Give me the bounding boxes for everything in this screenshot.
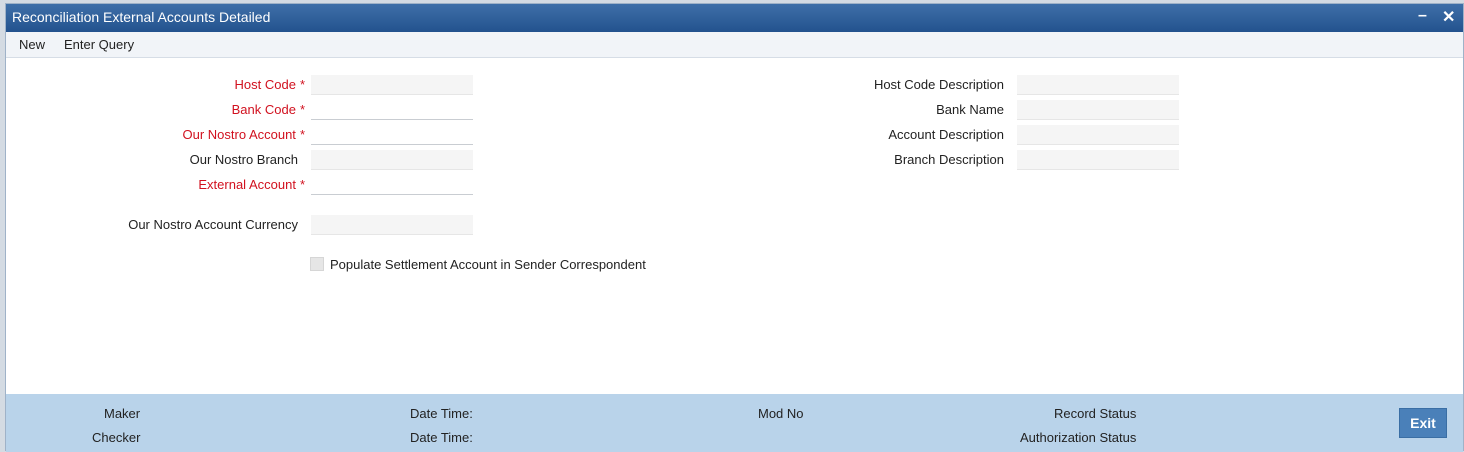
our-nostro-branch-label: Our Nostro Branch bbox=[189, 152, 298, 167]
host-code-input[interactable] bbox=[311, 75, 473, 95]
maker-label: Maker bbox=[104, 406, 141, 421]
populate-settlement-checkbox[interactable] bbox=[310, 257, 324, 271]
host-code-label: Host Code * bbox=[234, 77, 305, 92]
maker-date-time-label: Date Time: bbox=[410, 406, 473, 421]
account-description-label: Account Description bbox=[888, 127, 1004, 142]
audit-footer: Maker Checker Date Time: Date Time: Mod … bbox=[6, 394, 1463, 452]
our-nostro-account-input[interactable] bbox=[311, 125, 473, 145]
record-status-label: Record Status bbox=[1054, 406, 1137, 421]
our-nostro-account-currency-label: Our Nostro Account Currency bbox=[128, 217, 298, 232]
populate-settlement-label: Populate Settlement Account in Sender Co… bbox=[330, 257, 646, 272]
our-nostro-account-currency-input[interactable] bbox=[311, 215, 473, 235]
bank-code-label: Bank Code * bbox=[231, 102, 305, 117]
checker-label: Checker bbox=[92, 430, 141, 445]
mod-no-label: Mod No bbox=[758, 406, 804, 421]
title-bar: Reconciliation External Accounts Detaile… bbox=[6, 4, 1463, 32]
detail-window: Reconciliation External Accounts Detaile… bbox=[5, 3, 1464, 452]
external-account-label: External Account * bbox=[198, 177, 305, 192]
branch-description-label: Branch Description bbox=[894, 152, 1004, 167]
bank-code-input[interactable] bbox=[311, 100, 473, 120]
our-nostro-branch-input[interactable] bbox=[311, 150, 473, 170]
checker-date-time-label: Date Time: bbox=[410, 430, 473, 445]
window-title: Reconciliation External Accounts Detaile… bbox=[12, 9, 271, 25]
host-code-description-label: Host Code Description bbox=[873, 77, 1004, 92]
host-code-description-input[interactable] bbox=[1017, 75, 1179, 95]
authorization-status-label: Authorization Status bbox=[1020, 430, 1137, 445]
enter-query-menu-item[interactable]: Enter Query bbox=[64, 37, 134, 52]
external-account-input[interactable] bbox=[311, 175, 473, 195]
close-icon[interactable]: ✕ bbox=[1442, 7, 1455, 27]
minimize-icon[interactable]: – bbox=[1418, 7, 1427, 25]
branch-description-input[interactable] bbox=[1017, 150, 1179, 170]
new-menu-item[interactable]: New bbox=[19, 37, 45, 52]
exit-button[interactable]: Exit bbox=[1399, 408, 1447, 438]
menu-bar: New Enter Query bbox=[6, 32, 1463, 58]
account-description-input[interactable] bbox=[1017, 125, 1179, 145]
bank-name-label: Bank Name bbox=[936, 102, 1004, 117]
our-nostro-account-label: Our Nostro Account * bbox=[182, 127, 305, 142]
bank-name-input[interactable] bbox=[1017, 100, 1179, 120]
